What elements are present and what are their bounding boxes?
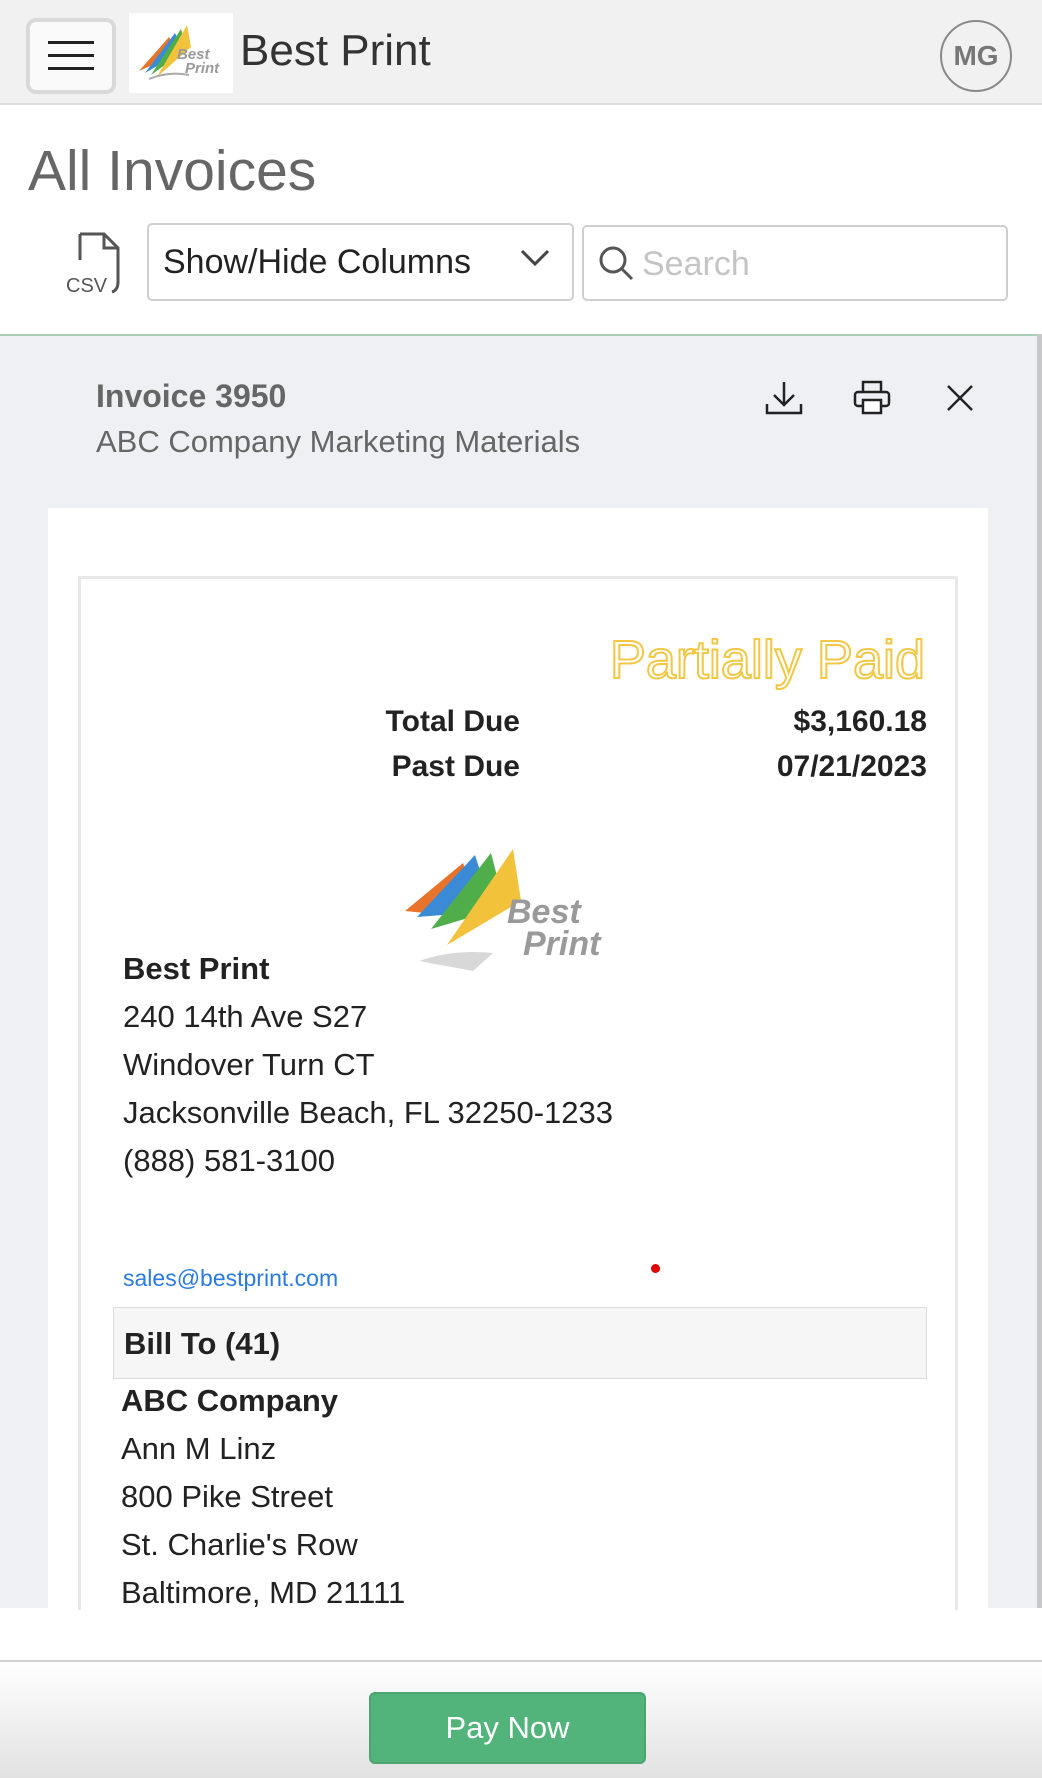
search-icon	[599, 246, 634, 281]
app-header: Best Print Best Print MG	[0, 0, 1042, 105]
total-due-label: Total Due	[385, 705, 520, 738]
past-due-label: Past Due	[391, 750, 520, 783]
page-title: All Invoices	[28, 139, 317, 203]
bill-to-heading: Bill To (41)	[124, 1326, 281, 1361]
bill-to-city-state-zip: Baltimore, MD 21111	[121, 1575, 406, 1610]
invoice-description: ABC Company Marketing Materials	[96, 424, 581, 459]
app-title: Best Print	[240, 26, 431, 75]
bill-to-header: Bill To (41)	[113, 1307, 927, 1379]
invoice-number: Invoice 3950	[96, 378, 287, 414]
download-icon	[765, 382, 803, 415]
chevron-down-icon	[520, 249, 550, 267]
columns-select-label: Show/Hide Columns	[163, 242, 472, 281]
company-logo: Best Print	[405, 849, 602, 971]
past-due-value: 07/21/2023	[776, 750, 927, 783]
seller-address2: Windover Turn CT	[123, 1047, 375, 1082]
seller-phone: (888) 581-3100	[123, 1143, 335, 1178]
menu-button[interactable]	[26, 18, 116, 94]
invoice-status: Partially Paid	[609, 629, 926, 691]
search-input[interactable]	[642, 237, 992, 291]
total-due-value: $3,160.18	[793, 705, 927, 738]
app-logo[interactable]: Best Print	[129, 13, 233, 93]
seller-name: Best Print	[123, 951, 270, 986]
csv-file-icon: CSV	[66, 232, 120, 297]
bill-to-address1: 800 Pike Street	[121, 1479, 333, 1514]
cursor-dot	[651, 1264, 660, 1273]
bill-to-contact: Ann M Linz	[121, 1431, 277, 1466]
pay-now-button[interactable]: Pay Now	[369, 1692, 646, 1764]
payment-footer: Pay Now	[0, 1660, 1042, 1778]
svg-text:Print: Print	[185, 60, 220, 77]
seller-email-link[interactable]: sales@bestprint.com	[123, 1265, 338, 1292]
close-icon	[947, 385, 973, 411]
logo-text-print: Print	[523, 925, 602, 963]
seller-city-state-zip: Jacksonville Beach, FL 32250-1233	[123, 1095, 613, 1130]
invoice-document: Partially Paid Total Due $3,160.18 Past …	[78, 576, 958, 1610]
download-button[interactable]	[762, 376, 806, 420]
best-print-logo: Best Print	[139, 25, 220, 80]
invoice-panel: Invoice 3950 ABC Company Marketing Mater…	[0, 334, 1042, 1610]
print-icon	[853, 380, 891, 415]
bill-to-address2: St. Charlie's Row	[121, 1527, 358, 1562]
show-hide-columns-select[interactable]: Show/Hide Columns	[147, 223, 574, 301]
bill-to-company: ABC Company	[121, 1383, 339, 1418]
print-button[interactable]	[850, 376, 894, 420]
close-button[interactable]	[938, 376, 982, 420]
hamburger-menu-icon	[48, 41, 94, 70]
csv-label: CSV	[66, 275, 108, 296]
panel-scroll-edge	[1037, 334, 1042, 1608]
search-box[interactable]	[582, 225, 1008, 301]
user-avatar[interactable]: MG	[940, 20, 1012, 92]
csv-export-button[interactable]: CSV	[66, 232, 122, 297]
invoice-paper: Partially Paid Total Due $3,160.18 Past …	[48, 508, 988, 1610]
seller-address1: 240 14th Ave S27	[123, 999, 368, 1034]
